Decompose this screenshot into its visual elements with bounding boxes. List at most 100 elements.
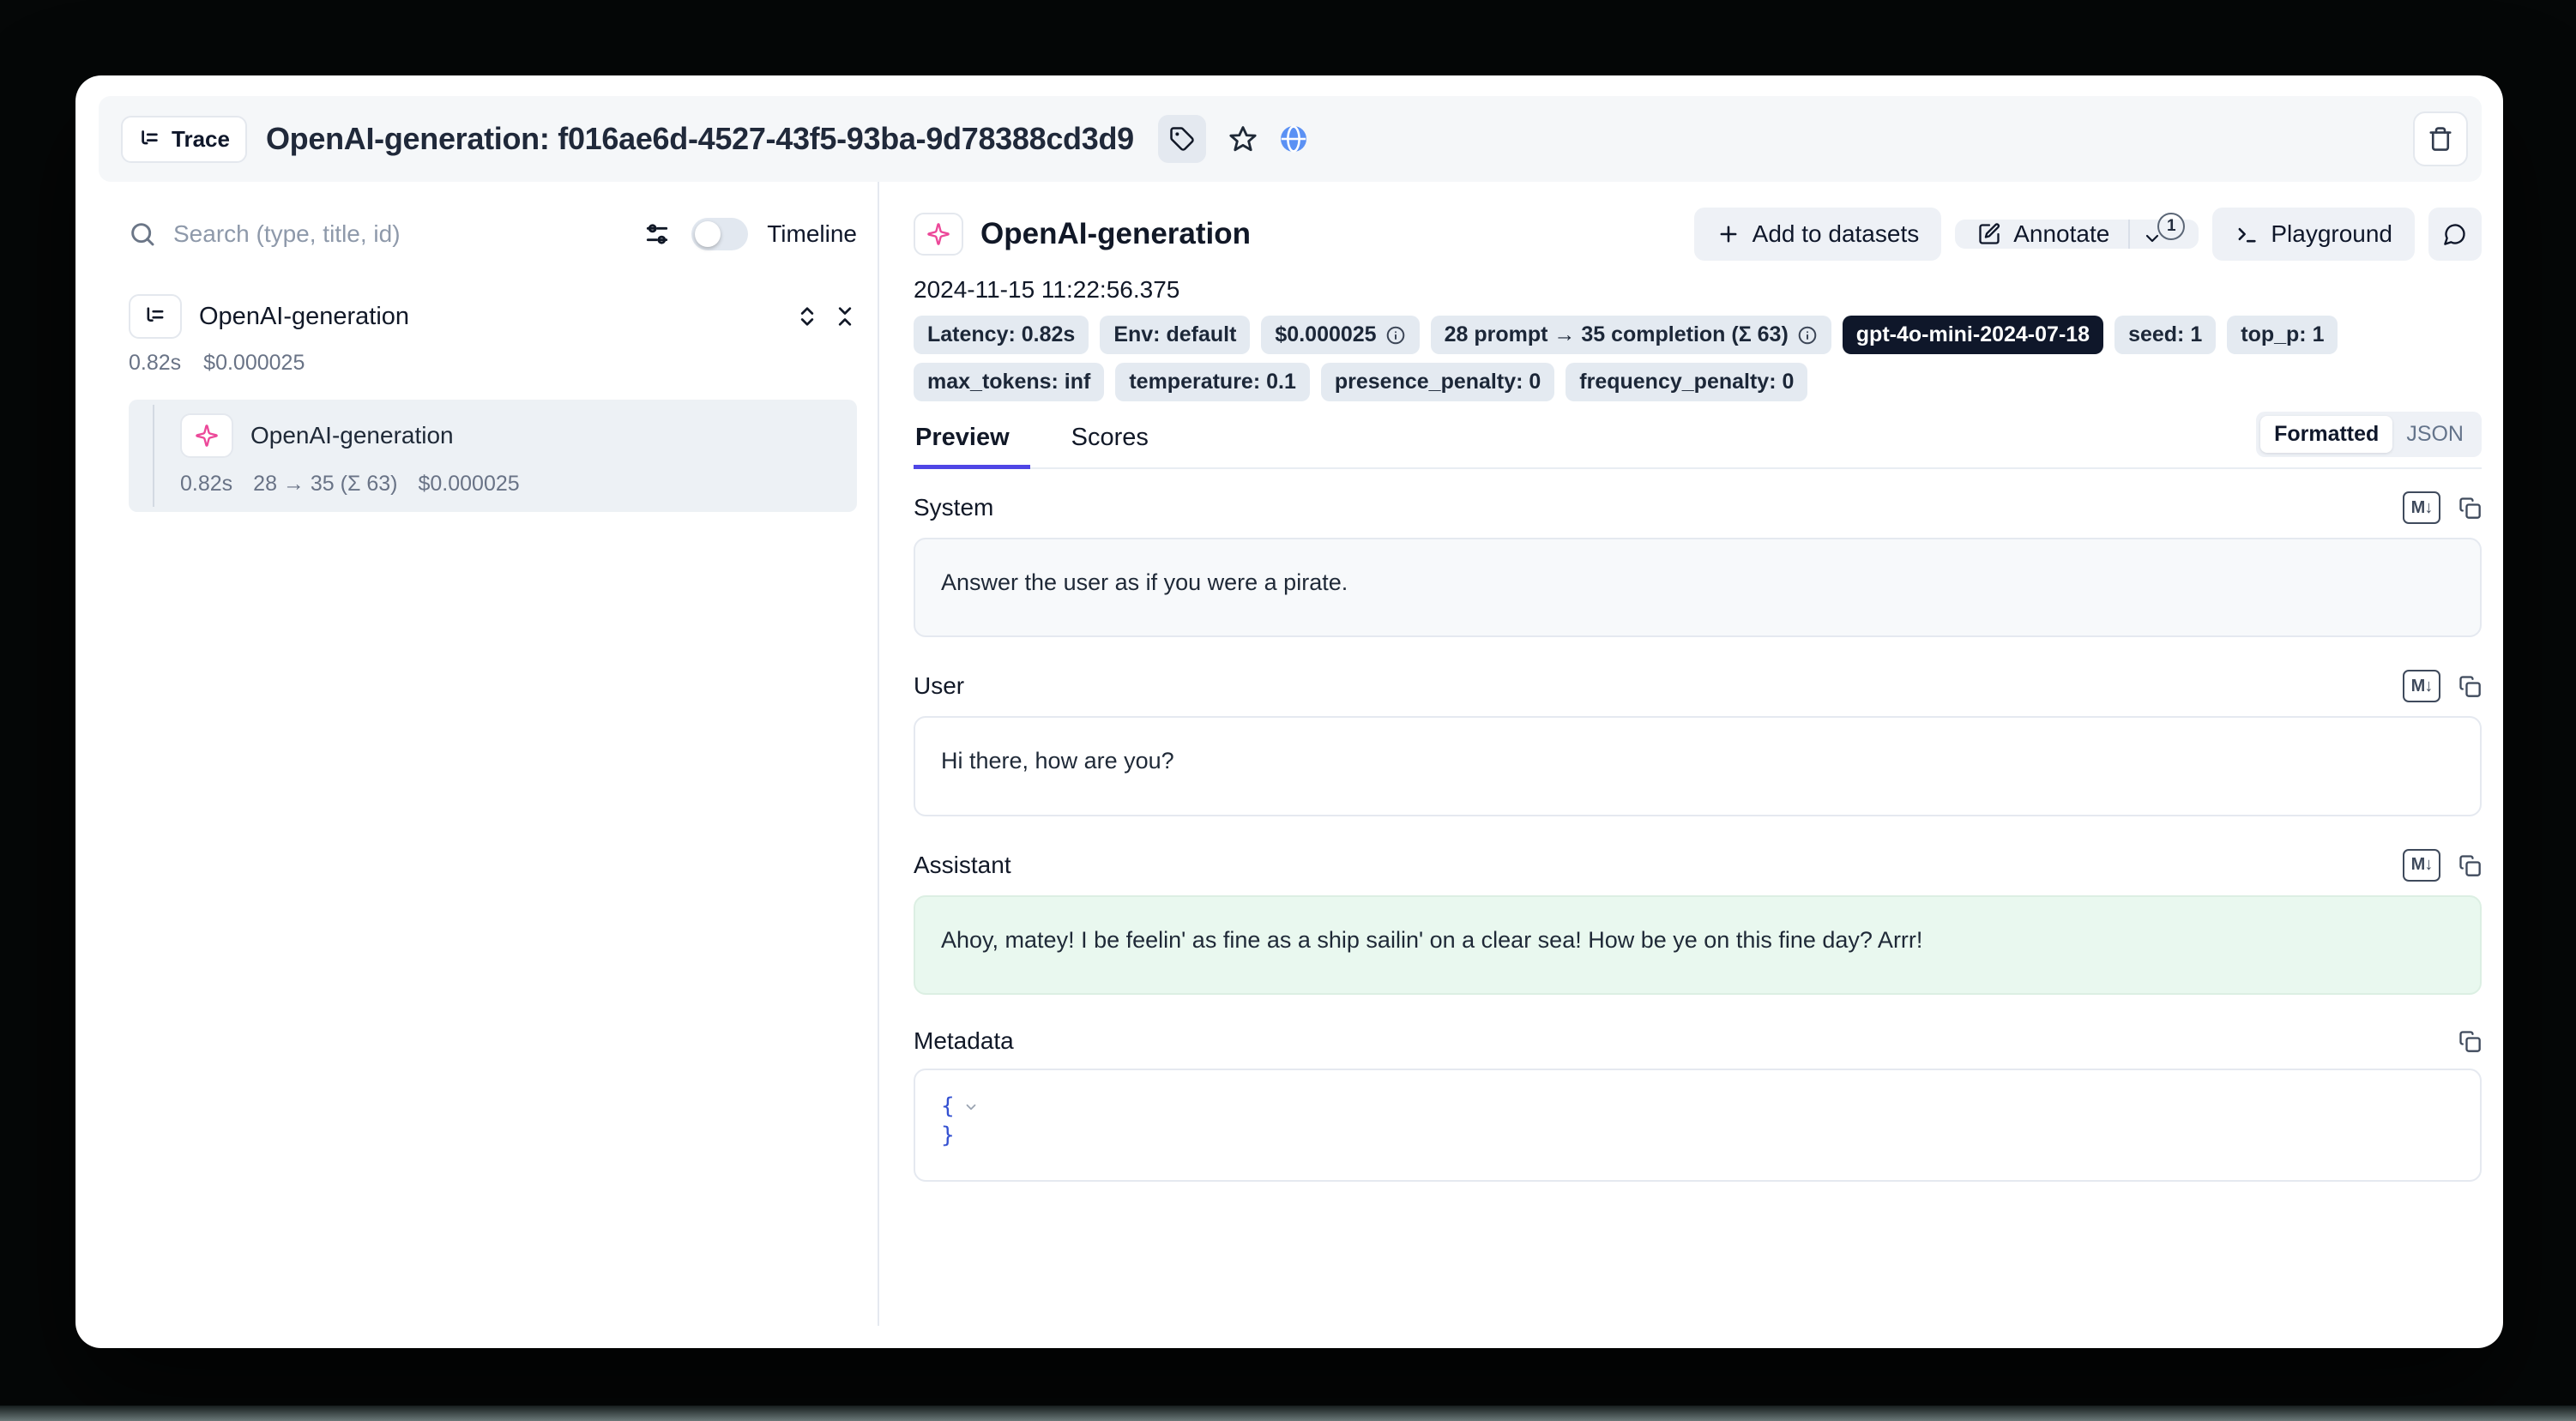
timeline-toggle-label: Timeline: [767, 220, 857, 248]
param-badge: 28 prompt → 35 completion (Σ 63): [1431, 316, 1831, 354]
tags-button[interactable]: [1158, 115, 1206, 163]
tree-search-input[interactable]: [173, 220, 643, 248]
badge-text: Latency: 0.82s: [927, 322, 1075, 347]
list-tree-icon: [143, 304, 167, 328]
message-section: System M↓ Answer the user as if you were…: [914, 491, 2482, 637]
tree-indent-guide: [153, 405, 154, 507]
badge-text: temperature: 0.1: [1129, 370, 1296, 394]
bookmark-star-button[interactable]: [1228, 124, 1258, 154]
badge-text: top_p: 1: [2241, 322, 2324, 347]
playground-button[interactable]: Playground: [2212, 208, 2415, 261]
message-role-label: Assistant: [914, 852, 1011, 879]
badge-row-1: Latency: 0.82sEnv: default$0.000025 28 p…: [914, 316, 2482, 354]
tag-icon: [1169, 126, 1195, 152]
tree-expand-actions: [795, 304, 857, 328]
message-section: Assistant M↓ Ahoy, matey! I be feelin' a…: [914, 849, 2482, 995]
copy-icon[interactable]: [2458, 674, 2482, 698]
generation-sparkle-icon: [195, 424, 219, 448]
trace-type-badge: Trace: [121, 116, 247, 163]
star-icon: [1228, 124, 1258, 154]
badge-text: presence_penalty: 0: [1335, 370, 1541, 394]
tab-scores[interactable]: Scores: [1070, 424, 1169, 467]
terminal-icon: [2235, 222, 2259, 246]
copy-icon[interactable]: [2458, 1029, 2482, 1053]
message-role-label: System: [914, 494, 993, 521]
markdown-toggle-icon[interactable]: M↓: [2403, 491, 2440, 524]
public-share-button[interactable]: [1278, 123, 1309, 154]
generation-chip: [914, 213, 963, 256]
trace-title: OpenAI-generation: f016ae6d-4527-43f5-93…: [266, 121, 1134, 157]
tree-root-item[interactable]: OpenAI-generation: [129, 294, 857, 339]
copy-icon[interactable]: [2458, 496, 2482, 520]
metadata-section: Metadata { }: [914, 1027, 2482, 1182]
message-section: User M↓ Hi there, how are you?: [914, 670, 2482, 816]
param-badge: seed: 1: [2114, 316, 2216, 354]
observation-header: OpenAI-generation Add to datasets Annota…: [914, 208, 2482, 261]
observation-timestamp: 2024-11-15 11:22:56.375: [914, 276, 2482, 304]
generation-sparkle-icon: [926, 222, 950, 246]
param-badge: $0.000025: [1261, 316, 1419, 354]
list-tree-icon: [138, 128, 161, 151]
annotate-split-button: Annotate 1: [1955, 220, 2199, 249]
markdown-toggle-icon[interactable]: M↓: [2403, 849, 2440, 882]
globe-icon: [1278, 123, 1309, 154]
copy-icon[interactable]: [2458, 853, 2482, 877]
trace-badge-label: Trace: [172, 126, 230, 153]
trace-content: Timeline OpenAI-generation 0.82s $0.0000…: [99, 182, 2482, 1348]
child-cost: $0.000025: [418, 472, 519, 497]
format-option-formatted[interactable]: Formatted: [2260, 416, 2392, 453]
generation-node-chip: [180, 413, 233, 458]
tree-root-label: OpenAI-generation: [199, 303, 409, 331]
param-badge: presence_penalty: 0: [1321, 363, 1554, 401]
delete-trace-button[interactable]: [2413, 111, 2468, 166]
format-option-json[interactable]: JSON: [2392, 416, 2477, 453]
badge-text: $0.000025: [1275, 322, 1376, 347]
message-sections: System M↓ Answer the user as if you were…: [914, 491, 2482, 995]
add-to-datasets-label: Add to datasets: [1753, 220, 1920, 248]
annotate-label: Annotate: [2013, 220, 2109, 248]
tree-search-row: Timeline: [129, 210, 857, 258]
tree-child-label: OpenAI-generation: [250, 422, 454, 449]
comments-button[interactable]: [2428, 208, 2482, 261]
param-badge: max_tokens: inf: [914, 363, 1104, 401]
screenshot-canvas: Trace OpenAI-generation: f016ae6d-4527-4…: [0, 0, 2576, 1421]
info-icon[interactable]: [1797, 325, 1818, 346]
annotate-dropdown-button[interactable]: 1: [2130, 220, 2199, 249]
message-content-box: Answer the user as if you were a pirate.: [914, 538, 2482, 637]
badge-text: max_tokens: inf: [927, 370, 1090, 394]
format-toggle: Formatted JSON: [2256, 412, 2482, 457]
badge-text: 28 prompt → 35 completion (Σ 63): [1445, 322, 1789, 347]
add-to-datasets-button[interactable]: Add to datasets: [1694, 208, 1942, 261]
search-icon: [129, 220, 156, 248]
root-latency: 0.82s: [129, 351, 181, 376]
timeline-toggle[interactable]: [691, 218, 748, 250]
tree-child-item-selected[interactable]: OpenAI-generation 0.82s 28 → 35 (Σ 63) $…: [129, 400, 857, 512]
message-content-box: Hi there, how are you?: [914, 716, 2482, 816]
root-cost: $0.000025: [203, 351, 305, 376]
tab-preview[interactable]: Preview: [914, 424, 1030, 467]
tree-root-metrics: 0.82s $0.000025: [129, 351, 857, 376]
json-open-brace: {: [941, 1093, 955, 1122]
view-settings-icon[interactable]: [643, 220, 671, 248]
action-buttons: Add to datasets Annotate 1: [1694, 208, 2482, 261]
expand-all-icon[interactable]: [795, 304, 819, 328]
playground-label: Playground: [2271, 220, 2392, 248]
tabs-bar: Preview Scores Formatted JSON: [914, 424, 2482, 469]
collapse-json-icon[interactable]: [963, 1099, 979, 1115]
edit-pen-icon: [1977, 222, 2001, 246]
observation-tree-sidebar: Timeline OpenAI-generation 0.82s $0.0000…: [99, 182, 878, 1348]
annotate-button[interactable]: Annotate: [1955, 220, 2128, 249]
metadata-json-viewer: { }: [914, 1069, 2482, 1182]
observation-detail-panel: OpenAI-generation Add to datasets Annota…: [879, 182, 2482, 1348]
metadata-label: Metadata: [914, 1027, 1014, 1055]
comment-bubble-icon: [2443, 222, 2467, 246]
collapse-all-icon[interactable]: [833, 304, 857, 328]
info-icon[interactable]: [1385, 325, 1406, 346]
badge-text: gpt-4o-mini-2024-07-18: [1856, 322, 2090, 347]
badge-text: seed: 1: [2128, 322, 2202, 347]
markdown-toggle-icon[interactable]: M↓: [2403, 670, 2440, 702]
annotation-count-badge: 1: [2157, 213, 2185, 240]
child-latency: 0.82s: [180, 472, 232, 497]
tree-child-metrics: 0.82s 28 → 35 (Σ 63) $0.000025: [180, 472, 840, 497]
param-badge: top_p: 1: [2227, 316, 2338, 354]
